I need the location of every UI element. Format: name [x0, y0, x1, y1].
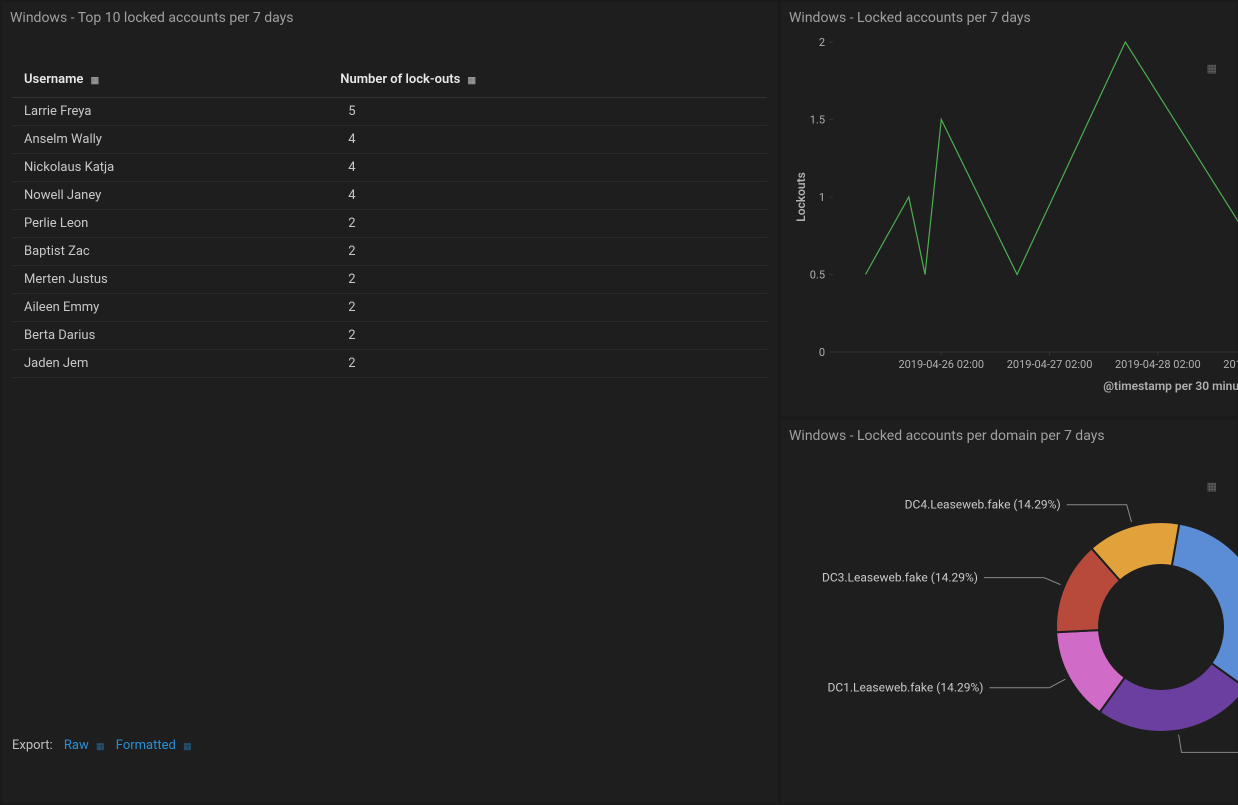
- line-chart-body: 0 0.5 1 1.5 2 2019-04-26 02:00 2019-04-27 02:0…: [781, 30, 1237, 416]
- donut-label: DC1.Leaseweb.fake (14.29%): [827, 681, 983, 695]
- cell-username: Jaden Jem: [12, 350, 336, 378]
- cell-username: Larrie Freya: [12, 98, 336, 126]
- svg-text:@timestamp per 30 minutes: @timestamp per 30 minutes: [1103, 379, 1238, 393]
- panel-title: Windows - Locked accounts per domain per…: [781, 420, 1237, 448]
- panel-lockouts-donut: Windows - Locked accounts per domain per…: [781, 420, 1237, 803]
- table-row[interactable]: Nowell Janey4: [12, 182, 767, 210]
- donut-body: DC2.Leaseweb.fake (32.14%)DC5.Leaseweb.f…: [781, 448, 1237, 803]
- cell-count: 5: [336, 98, 767, 126]
- panel-title: Windows - Locked accounts per 7 days: [781, 2, 1237, 30]
- cell-username: Nickolaus Katja: [12, 154, 336, 182]
- cell-username: Aileen Emmy: [12, 294, 336, 322]
- cell-count: 4: [336, 126, 767, 154]
- cell-count: 2: [336, 238, 767, 266]
- svg-text:1: 1: [819, 191, 825, 204]
- table-row[interactable]: Anselm Wally4: [12, 126, 767, 154]
- table-row[interactable]: Jaden Jem2: [12, 350, 767, 378]
- svg-text:2019-04-27 02:00: 2019-04-27 02:00: [1007, 358, 1093, 371]
- lockouts-table: Username ▦ Number of lock-outs ▦ Larrie …: [12, 62, 767, 378]
- export-raw-link[interactable]: Raw ▦: [64, 738, 105, 753]
- table-row[interactable]: Perlie Leon2: [12, 210, 767, 238]
- cell-count: 2: [336, 350, 767, 378]
- cell-username: Nowell Janey: [12, 182, 336, 210]
- export-icon: ▦: [96, 742, 105, 752]
- cell-username: Merten Justus: [12, 266, 336, 294]
- table-row[interactable]: Nickolaus Katja4: [12, 154, 767, 182]
- table-row[interactable]: Larrie Freya5: [12, 98, 767, 126]
- col-lockouts-label: Number of lock-outs: [340, 72, 460, 87]
- svg-text:2019-04-28 02:00: 2019-04-28 02:00: [1115, 358, 1201, 371]
- col-username-label: Username: [24, 72, 83, 87]
- export-label: Export:: [12, 738, 53, 753]
- table-body: Username ▦ Number of lock-outs ▦ Larrie …: [2, 30, 777, 803]
- svg-text:1.5: 1.5: [810, 114, 825, 127]
- col-lockouts[interactable]: Number of lock-outs ▦: [336, 62, 767, 98]
- line-chart[interactable]: 0 0.5 1 1.5 2 2019-04-26 02:00 2019-04-27 02:0…: [791, 34, 1238, 404]
- svg-text:2: 2: [819, 36, 825, 49]
- export-row: Export: Raw ▦ Formatted ▦: [12, 738, 192, 753]
- sort-icon: ▦: [468, 76, 477, 86]
- donut-label: DC3.Leaseweb.fake (14.29%): [822, 571, 978, 585]
- export-formatted-link[interactable]: Formatted ▦: [116, 738, 192, 753]
- cell-count: 2: [336, 210, 767, 238]
- cell-count: 2: [336, 294, 767, 322]
- panel-lockouts-line: Windows - Locked accounts per 7 days ▦ 0…: [781, 2, 1237, 416]
- table-row[interactable]: Merten Justus2: [12, 266, 767, 294]
- table-row[interactable]: Baptist Zac2: [12, 238, 767, 266]
- table-row[interactable]: Aileen Emmy2: [12, 294, 767, 322]
- cell-count: 2: [336, 266, 767, 294]
- donut-label: DC4.Leaseweb.fake (14.29%): [905, 498, 1061, 512]
- cell-username: Perlie Leon: [12, 210, 336, 238]
- svg-text:2019-04-26 02:00: 2019-04-26 02:00: [898, 358, 984, 371]
- svg-text:0: 0: [819, 346, 825, 359]
- svg-text:2019-04-29 02:00: 2019-04-29 02:00: [1223, 358, 1238, 371]
- sort-icon: ▦: [91, 76, 100, 86]
- cell-username: Berta Darius: [12, 322, 336, 350]
- svg-text:Lockouts: Lockouts: [794, 172, 808, 222]
- cell-count: 2: [336, 322, 767, 350]
- table-row[interactable]: Berta Darius2: [12, 322, 767, 350]
- panel-title: Windows - Top 10 locked accounts per 7 d…: [2, 2, 777, 30]
- cell-username: Baptist Zac: [12, 238, 336, 266]
- svg-text:0.5: 0.5: [810, 269, 825, 282]
- donut-chart[interactable]: DC2.Leaseweb.fake (32.14%)DC5.Leaseweb.f…: [791, 452, 1238, 792]
- cell-count: 4: [336, 182, 767, 210]
- cell-username: Anselm Wally: [12, 126, 336, 154]
- cell-count: 4: [336, 154, 767, 182]
- donut-slice[interactable]: [1172, 524, 1238, 689]
- export-icon: ▦: [183, 742, 192, 752]
- panel-top10-table: Windows - Top 10 locked accounts per 7 d…: [2, 2, 777, 803]
- col-username[interactable]: Username ▦: [12, 62, 336, 98]
